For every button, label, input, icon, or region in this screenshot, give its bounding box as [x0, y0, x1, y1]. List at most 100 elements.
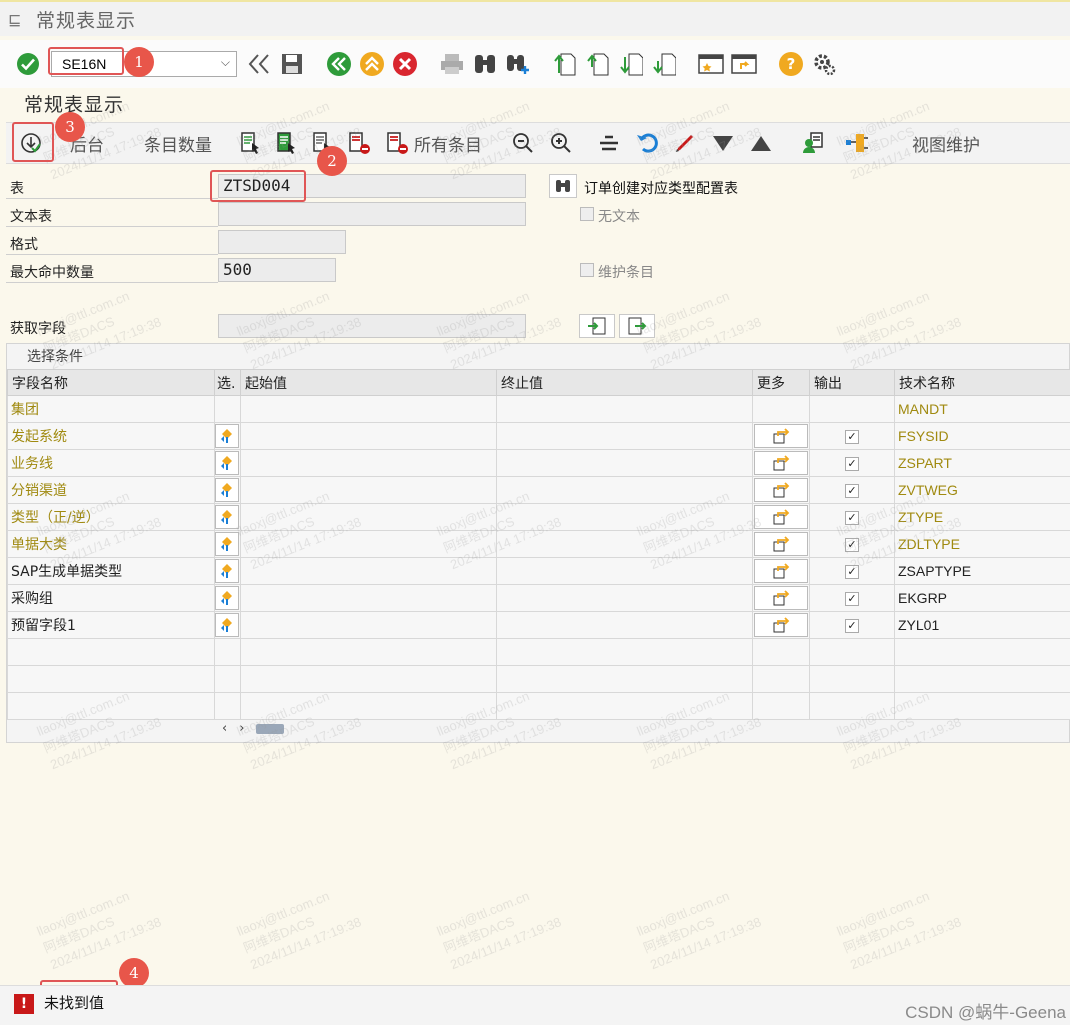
output-cell[interactable]: ✓ [809, 449, 895, 477]
col-header-from[interactable]: 起始值 [240, 369, 497, 396]
multiple-selection-icon[interactable] [215, 613, 239, 637]
more-cell[interactable] [752, 476, 810, 504]
first-page-icon[interactable] [551, 50, 579, 78]
output-cell[interactable]: ✓ [809, 557, 895, 585]
new-session-icon[interactable] [697, 50, 725, 78]
scroll-right-icon[interactable]: › [239, 721, 244, 736]
multiple-selection-icon[interactable] [215, 532, 239, 556]
from-value-cell[interactable] [240, 611, 497, 639]
maintain-entries-checkbox[interactable] [580, 263, 594, 277]
all-entries-button[interactable]: 所有条目 [414, 131, 482, 156]
next-page-icon[interactable] [617, 50, 645, 78]
output-checkbox[interactable]: ✓ [845, 456, 859, 471]
to-value-cell[interactable] [496, 557, 753, 585]
edit-pen-icon[interactable] [672, 130, 698, 156]
previous-page-icon[interactable] [584, 50, 612, 78]
select-cell[interactable] [214, 584, 241, 612]
save-icon[interactable] [278, 50, 306, 78]
layout-input[interactable] [218, 230, 346, 254]
no-text-checkbox[interactable] [580, 207, 594, 221]
fetch-fields-input[interactable] [218, 314, 526, 338]
more-cell[interactable] [752, 449, 810, 477]
to-value-cell[interactable] [496, 395, 753, 423]
back-icon[interactable] [325, 50, 353, 78]
max-hits-input[interactable]: 500 [218, 258, 336, 282]
multiple-selection-icon[interactable] [215, 586, 239, 610]
output-cell[interactable]: ✓ [809, 503, 895, 531]
col-header-tech-name[interactable]: 技术名称 [894, 369, 1070, 396]
zoom-out-icon[interactable] [510, 130, 536, 156]
more-cell[interactable] [752, 611, 810, 639]
more-cell[interactable] [752, 395, 810, 423]
more-options-icon[interactable] [754, 451, 808, 475]
view-maintenance-button[interactable]: 视图维护 [912, 131, 980, 156]
triangle-down-icon[interactable] [710, 130, 736, 156]
multiple-selection-icon[interactable] [215, 559, 239, 583]
select-cell[interactable] [214, 530, 241, 558]
export-fields-icon[interactable] [619, 314, 655, 338]
more-cell[interactable] [752, 557, 810, 585]
to-value-cell[interactable] [496, 449, 753, 477]
more-cell[interactable] [752, 503, 810, 531]
triangle-up-icon[interactable] [748, 130, 774, 156]
enter-check-icon[interactable] [14, 50, 42, 78]
shortcut-icon[interactable] [730, 50, 758, 78]
last-page-icon[interactable] [650, 50, 678, 78]
help-icon[interactable]: ? [777, 50, 805, 78]
hierarchy-icon[interactable] [844, 130, 870, 156]
output-checkbox[interactable]: ✓ [845, 564, 859, 579]
undo-icon[interactable] [634, 130, 660, 156]
from-value-cell[interactable] [240, 584, 497, 612]
col-header-field[interactable]: 字段名称 [7, 369, 215, 396]
col-header-more[interactable]: 更多 [752, 369, 810, 396]
to-value-cell[interactable] [496, 476, 753, 504]
chevron-down-icon[interactable]: ⌵ [221, 55, 230, 70]
more-cell[interactable] [752, 584, 810, 612]
output-cell[interactable]: ✓ [809, 611, 895, 639]
more-options-icon[interactable] [754, 586, 808, 610]
more-options-icon[interactable] [754, 532, 808, 556]
find-icon[interactable] [471, 50, 499, 78]
multiple-selection-icon[interactable] [215, 505, 239, 529]
cancel-icon[interactable] [391, 50, 419, 78]
exit-icon[interactable] [358, 50, 386, 78]
select-cell[interactable] [214, 611, 241, 639]
status-message[interactable]: 未找到值 [44, 992, 104, 1013]
col-header-select[interactable]: 选. [214, 369, 241, 396]
more-options-icon[interactable] [754, 559, 808, 583]
menu-icon[interactable]: ⊑ [8, 10, 28, 29]
output-cell[interactable]: ✓ [809, 422, 895, 450]
more-options-icon[interactable] [754, 424, 808, 448]
from-value-cell[interactable] [240, 449, 497, 477]
to-value-cell[interactable] [496, 584, 753, 612]
select-cell[interactable] [214, 449, 241, 477]
select-cell[interactable] [214, 557, 241, 585]
multiple-selection-icon[interactable] [215, 451, 239, 475]
output-checkbox[interactable]: ✓ [845, 591, 859, 606]
col-header-to[interactable]: 终止值 [496, 369, 753, 396]
import-fields-icon[interactable] [579, 314, 615, 338]
to-value-cell[interactable] [496, 611, 753, 639]
select-green-icon[interactable] [274, 130, 300, 156]
text-table-input[interactable] [218, 202, 526, 226]
from-value-cell[interactable] [240, 557, 497, 585]
to-value-cell[interactable] [496, 530, 753, 558]
more-options-icon[interactable] [754, 613, 808, 637]
from-value-cell[interactable] [240, 530, 497, 558]
align-center-icon[interactable] [596, 130, 622, 156]
find-next-icon[interactable] [504, 50, 532, 78]
from-value-cell[interactable] [240, 422, 497, 450]
select-cell[interactable] [214, 503, 241, 531]
select-cell[interactable] [214, 422, 241, 450]
output-checkbox[interactable]: ✓ [845, 618, 859, 633]
zoom-in-icon[interactable] [548, 130, 574, 156]
more-cell[interactable] [752, 530, 810, 558]
scroll-left-icon[interactable]: ‹ [222, 721, 227, 736]
from-value-cell[interactable] [240, 503, 497, 531]
settings-gear-icon[interactable] [810, 50, 838, 78]
binoculars-icon[interactable] [549, 174, 577, 198]
col-header-output[interactable]: 输出 [809, 369, 895, 396]
horizontal-scrollbar[interactable]: ‹ › [222, 721, 285, 736]
output-cell[interactable] [809, 395, 895, 423]
multiple-selection-icon[interactable] [215, 478, 239, 502]
